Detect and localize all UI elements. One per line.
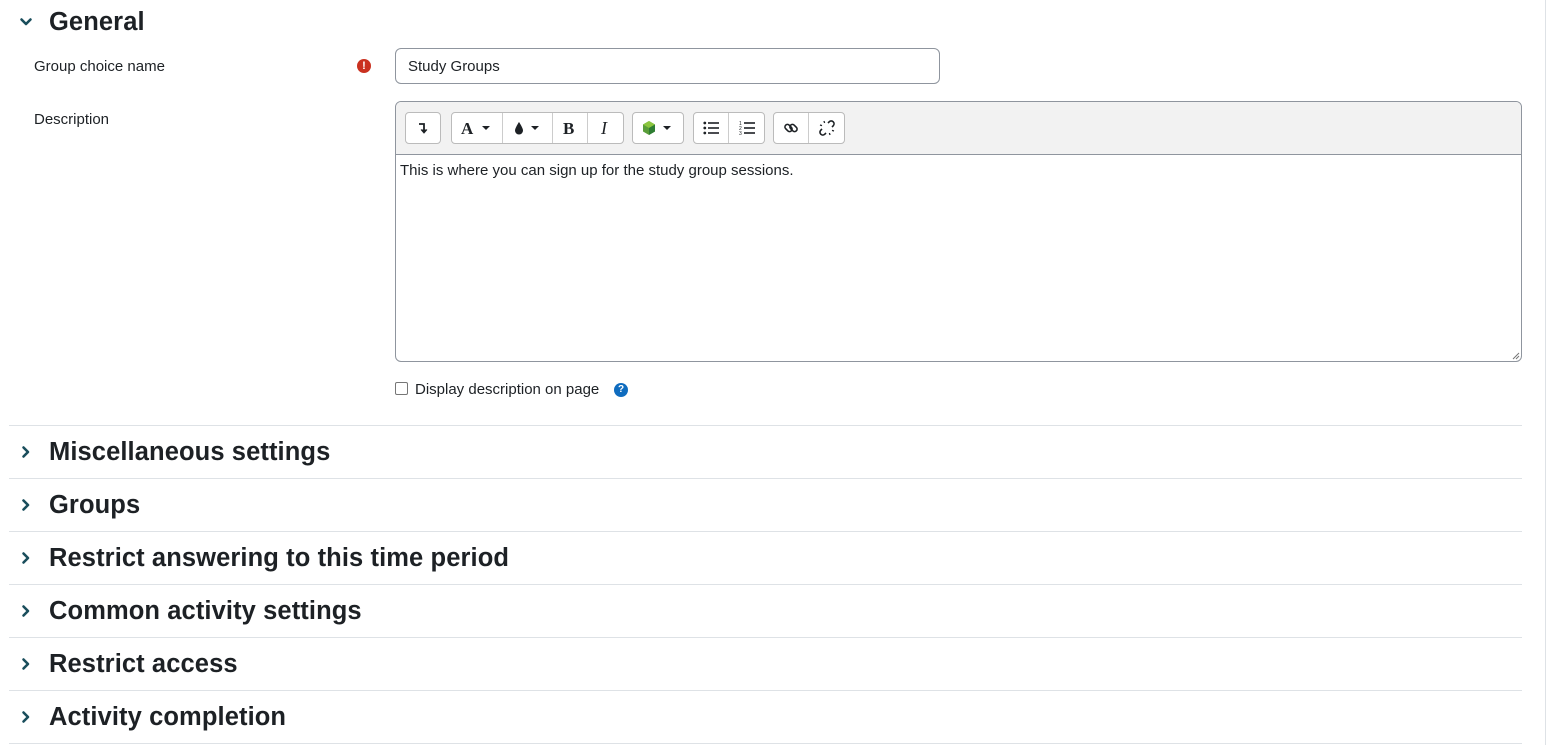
description-editor: A B I 123 This is where you can sign up … xyxy=(395,101,1522,362)
editor-toolbar: A B I 123 xyxy=(396,102,1521,155)
section-title: Activity completion xyxy=(49,702,287,731)
toolbar-group-links xyxy=(773,112,845,144)
chevron-right-icon[interactable] xyxy=(19,445,33,459)
chevron-right-icon[interactable] xyxy=(19,551,33,565)
group-choice-name-input[interactable] xyxy=(395,48,940,84)
section-title: Restrict access xyxy=(49,649,238,678)
color-dropdown-icon[interactable] xyxy=(503,113,553,143)
section-header-groups[interactable]: Groups xyxy=(9,479,1522,531)
description-label: Description xyxy=(34,111,110,128)
svg-text:3: 3 xyxy=(739,131,742,136)
chevron-right-icon[interactable] xyxy=(19,604,33,618)
unlink-icon[interactable] xyxy=(809,113,844,143)
section-title: Restrict answering to this time period xyxy=(49,543,510,572)
section-header-general[interactable]: General xyxy=(9,0,1522,48)
media-dropdown-icon[interactable] xyxy=(633,113,683,143)
section-title: Miscellaneous settings xyxy=(49,437,331,466)
exclamation-circle-icon: ! xyxy=(357,59,371,73)
section-header-restrict-time[interactable]: Restrict answering to this time period xyxy=(9,532,1522,584)
display-description-checkbox[interactable] xyxy=(395,382,408,395)
description-editor-content[interactable]: This is where you can sign up for the st… xyxy=(400,162,1517,179)
unordered-list-icon[interactable] xyxy=(694,113,729,143)
chevron-right-icon[interactable] xyxy=(19,657,33,671)
bold-icon[interactable]: B xyxy=(553,113,588,143)
section-header-restrict-access[interactable]: Restrict access xyxy=(9,638,1522,690)
svg-text:A: A xyxy=(461,120,474,136)
section-title: Groups xyxy=(49,490,141,519)
toolbar-group-collapse xyxy=(405,112,441,144)
svg-text:I: I xyxy=(600,120,608,136)
section-header-common[interactable]: Common activity settings xyxy=(9,585,1522,637)
toolbar-group-files xyxy=(632,112,684,144)
section-title: Common activity settings xyxy=(49,596,362,625)
resize-handle-icon[interactable] xyxy=(1510,350,1520,360)
chevron-right-icon[interactable] xyxy=(19,498,33,512)
page-right-border xyxy=(1545,0,1546,745)
font-style-dropdown-icon[interactable]: A xyxy=(452,113,503,143)
display-description-label[interactable]: Display description on page xyxy=(415,381,599,398)
link-icon[interactable] xyxy=(774,113,809,143)
collapse-icon[interactable] xyxy=(406,113,440,143)
toolbar-group-style: A B I xyxy=(451,112,624,144)
toolbar-group-list: 123 xyxy=(693,112,765,144)
section-title: General xyxy=(49,7,145,36)
group-choice-name-label: Group choice name xyxy=(34,58,165,75)
italic-icon[interactable]: I xyxy=(588,113,623,143)
section-header-misc[interactable]: Miscellaneous settings xyxy=(9,426,1522,478)
chevron-right-icon[interactable] xyxy=(19,710,33,724)
section-header-completion[interactable]: Activity completion xyxy=(9,691,1522,743)
ordered-list-icon[interactable]: 123 xyxy=(729,113,764,143)
svg-text:B: B xyxy=(563,120,574,136)
question-circle-icon[interactable]: ? xyxy=(614,383,628,397)
chevron-down-icon[interactable] xyxy=(19,15,33,29)
section-separator xyxy=(9,743,1522,744)
